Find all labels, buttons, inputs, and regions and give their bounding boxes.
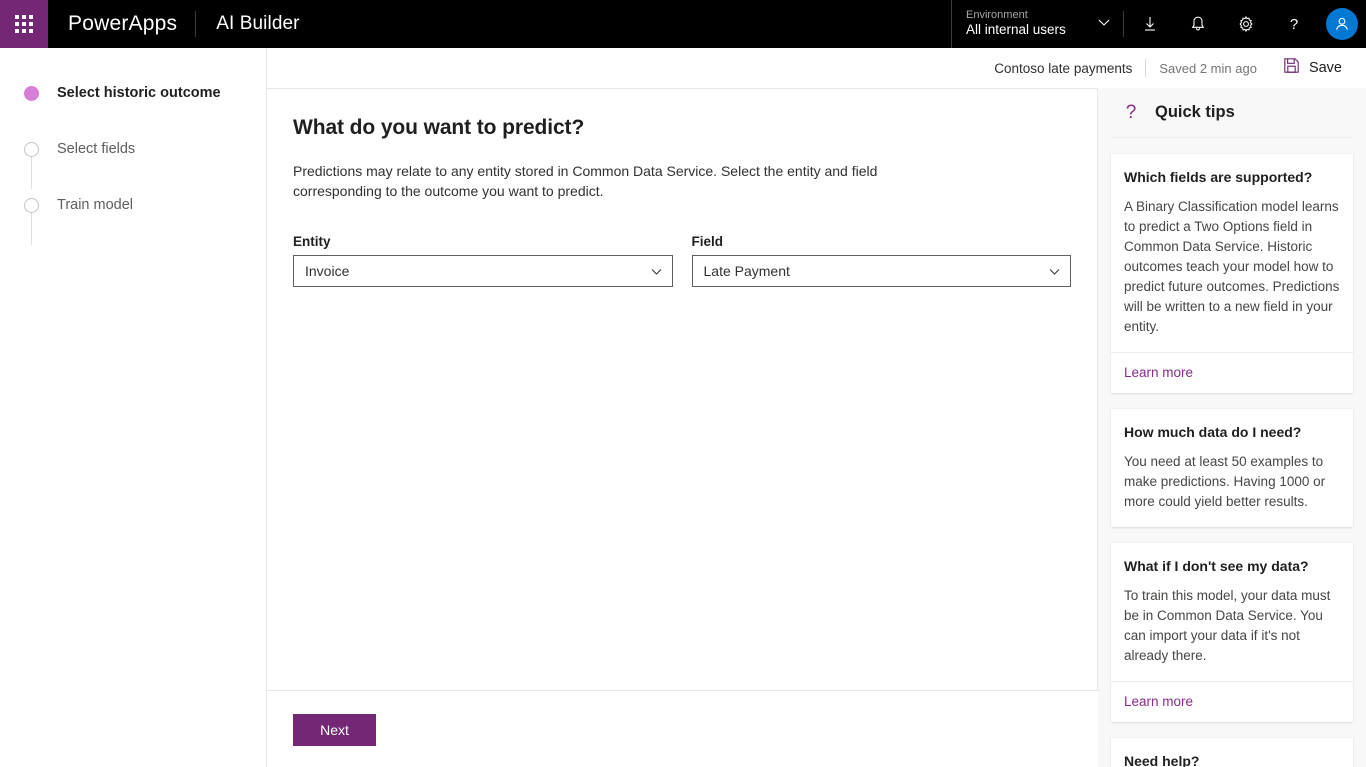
top-navigation-bar: PowerApps AI Builder Environment All int… [0, 0, 1366, 48]
step-label: Train model [57, 197, 134, 213]
app-name-ai-builder: AI Builder [216, 13, 300, 34]
save-button[interactable]: Save [1279, 53, 1346, 83]
tip-answer: To train this model, your data must be i… [1124, 588, 1331, 663]
field-dropdown[interactable]: Late Payment [691, 255, 1071, 287]
user-avatar-icon [1326, 8, 1358, 40]
tip-card: What if I don't see my data? To train th… [1111, 543, 1353, 722]
topbar-divider-2 [1123, 11, 1124, 37]
quick-tips-panel: ? Quick tips Which fields are supported?… [1098, 88, 1366, 767]
entity-dropdown[interactable]: Invoice [293, 255, 673, 287]
brand-powerapps[interactable]: PowerApps [48, 0, 195, 48]
tip-card: How much data do I need? You need at lea… [1111, 409, 1353, 527]
fields-row: Entity Invoice Field Late Payment [293, 234, 1071, 287]
tip-answer: You need at least 50 examples to make pr… [1124, 454, 1326, 509]
tip-question: Need help? [1124, 753, 1200, 767]
entity-label: Entity [293, 234, 331, 249]
environment-selector[interactable]: Environment All internal users [951, 0, 1121, 48]
settings-gear-icon[interactable] [1222, 0, 1270, 48]
tip-card: Need help? [1111, 738, 1353, 767]
step-label: Select fields [57, 141, 136, 157]
tip-question: What if I don't see my data? [1124, 558, 1309, 574]
saved-status: Saved 2 min ago [1159, 60, 1257, 76]
model-name: Contoso late payments [994, 60, 1133, 76]
environment-value: All internal users [966, 22, 1066, 38]
environment-text: Environment All internal users [966, 9, 1081, 40]
step-status-dot [24, 141, 39, 157]
chevron-down-icon [1048, 265, 1061, 278]
tip-answer: A Binary Classification model learns to … [1124, 199, 1340, 334]
entity-dropdown-value: Invoice [305, 263, 350, 279]
field-label: Field [691, 234, 724, 249]
waffle-grid-icon [15, 15, 33, 33]
quick-tips-header: ? Quick tips [1111, 88, 1353, 138]
main-content-panel: What do you want to predict? Predictions… [267, 88, 1098, 691]
step-status-dot [24, 85, 39, 101]
user-avatar-button[interactable] [1318, 0, 1366, 48]
page-title: What do you want to predict? [293, 116, 585, 139]
tip-card-body: What if I don't see my data? To train th… [1111, 543, 1353, 681]
step-status-dot [24, 197, 39, 213]
step-rail: Select historic outcome Select fields Tr… [0, 48, 267, 767]
svg-text:?: ? [1290, 16, 1298, 33]
floppy-disk-save-icon [1283, 57, 1300, 79]
next-button[interactable]: Next [293, 714, 376, 746]
save-button-label: Save [1308, 60, 1342, 76]
learn-more-link[interactable]: Learn more [1111, 352, 1353, 393]
tip-question: Which fields are supported? [1124, 169, 1313, 185]
tip-card-body: Which fields are supported? A Binary Cla… [1111, 154, 1353, 352]
chevron-down-icon [650, 265, 663, 278]
page-description: Predictions may relate to any entity sto… [293, 163, 878, 199]
waffle-menu-button[interactable] [0, 0, 48, 48]
question-mark-icon: ? [1125, 101, 1137, 123]
help-question-icon[interactable]: ? [1270, 0, 1318, 48]
command-bar-divider [1145, 59, 1147, 77]
sidebar-step-select-fields[interactable]: Select fields [0, 136, 266, 162]
field-dropdown-value: Late Payment [703, 263, 790, 279]
chevron-down-icon [1097, 15, 1111, 34]
entity-field-group: Entity Invoice [293, 234, 673, 287]
step-label: Select historic outcome [57, 85, 221, 101]
tip-question: How much data do I need? [1124, 424, 1302, 440]
notifications-bell-icon[interactable] [1174, 0, 1222, 48]
sidebar-step-select-historic-outcome[interactable]: Select historic outcome [0, 80, 266, 106]
field-field-group: Field Late Payment [691, 234, 1071, 287]
quick-tips-title: Quick tips [1155, 103, 1235, 121]
tip-card: Which fields are supported? A Binary Cla… [1111, 154, 1353, 393]
download-icon[interactable] [1126, 0, 1174, 48]
footer-bar: Next [267, 691, 1098, 767]
environment-label: Environment [966, 8, 1028, 21]
learn-more-link[interactable]: Learn more [1111, 681, 1353, 722]
tip-card-body: How much data do I need? You need at lea… [1111, 409, 1353, 527]
tip-card-body: Need help? [1111, 738, 1353, 767]
sidebar-step-train-model[interactable]: Train model [0, 192, 266, 218]
